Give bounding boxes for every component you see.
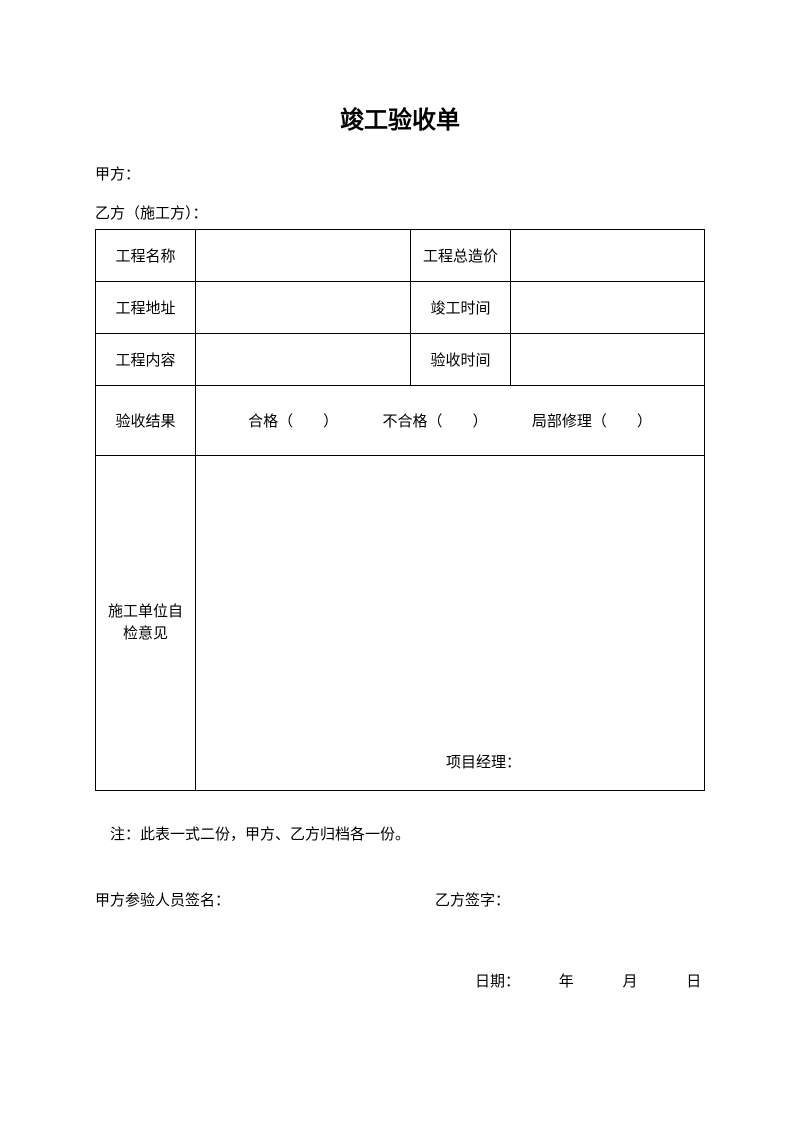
value-project-address [196,282,411,334]
party-a-signature: 甲方参验人员签名： [95,889,435,910]
table-row: 工程名称 工程总造价 [96,230,705,282]
party-a-line: 甲方： [95,163,705,184]
acceptance-table: 工程名称 工程总造价 工程地址 竣工时间 工程内容 验收时间 验收结果 合格（ … [95,229,705,791]
note-text: 注：此表一式二份，甲方、乙方归档各一份。 [95,823,705,844]
project-manager-label: 项目经理： [446,755,521,771]
label-project-content: 工程内容 [96,334,196,386]
value-acceptance-time [511,334,705,386]
date-label: 日期： [475,970,520,991]
label-project-name: 工程名称 [96,230,196,282]
party-b-line: 乙方（施工方）： [95,202,705,223]
opinion-label-line2: 检意见 [96,623,195,646]
date-month: 月 [623,970,638,991]
opinion-label-line1: 施工单位自 [96,601,195,624]
value-project-name [196,230,411,282]
option-pass: 合格（ ） [248,410,338,431]
value-self-inspection: 项目经理： [196,456,705,791]
party-b-signature: 乙方签字： [435,889,705,910]
label-project-address: 工程地址 [96,282,196,334]
date-year: 年 [559,970,574,991]
option-partial: 局部修理（ ） [532,410,652,431]
date-day: 日 [686,970,701,991]
label-acceptance-result: 验收结果 [96,386,196,456]
value-acceptance-result: 合格（ ） 不合格（ ） 局部修理（ ） [196,386,705,456]
value-completion-time [511,282,705,334]
table-row-result: 验收结果 合格（ ） 不合格（ ） 局部修理（ ） [96,386,705,456]
label-total-cost: 工程总造价 [411,230,511,282]
table-row: 工程内容 验收时间 [96,334,705,386]
value-total-cost [511,230,705,282]
table-row-opinion: 施工单位自 检意见 项目经理： [96,456,705,791]
document-title: 竣工验收单 [95,100,705,135]
label-acceptance-time: 验收时间 [411,334,511,386]
date-line: 日期： 年 月 日 [95,970,705,991]
label-completion-time: 竣工时间 [411,282,511,334]
value-project-content [196,334,411,386]
label-self-inspection: 施工单位自 检意见 [96,456,196,791]
option-fail: 不合格（ ） [382,410,487,431]
signature-row: 甲方参验人员签名： 乙方签字： [95,889,705,910]
table-row: 工程地址 竣工时间 [96,282,705,334]
